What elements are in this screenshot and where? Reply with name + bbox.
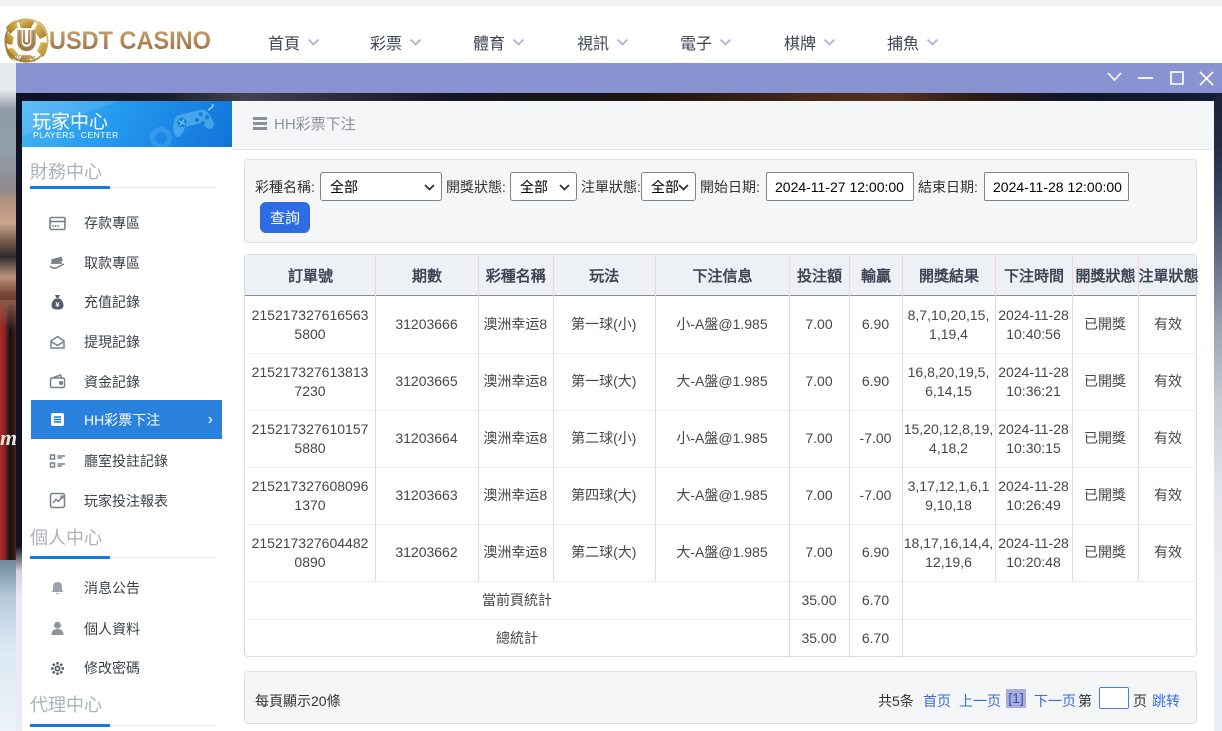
svg-text:Casino: Casino (18, 55, 35, 61)
